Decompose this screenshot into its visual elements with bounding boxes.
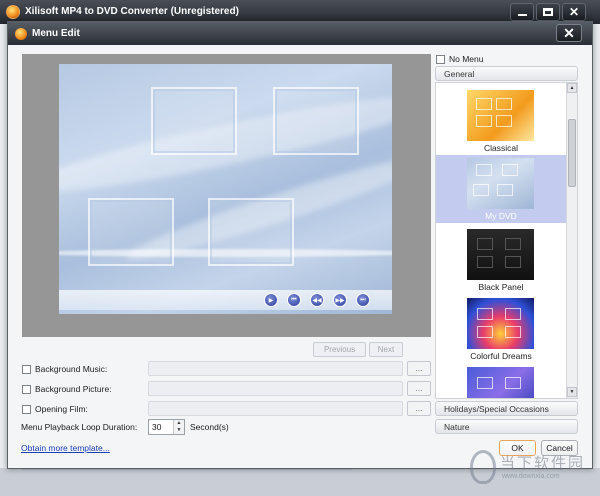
loop-duration-spinner[interactable]: 30 ▲ ▼ (148, 419, 185, 435)
template-item-colorful-dreams[interactable]: Colorful Dreams (436, 295, 566, 363)
no-menu-row: No Menu (436, 54, 484, 64)
template-cell (476, 98, 492, 110)
next-button[interactable]: Next (369, 342, 403, 357)
template-cell (496, 115, 512, 127)
no-menu-checkbox[interactable] (436, 54, 445, 64)
template-thumbnail (467, 298, 534, 349)
close-icon: ✕ (568, 5, 580, 19)
dialog-title: Menu Edit (32, 28, 80, 39)
template-thumbnail (467, 367, 534, 398)
template-cell (496, 98, 512, 110)
spinner-up-icon[interactable]: ▲ (174, 420, 184, 427)
spinner-arrows[interactable]: ▲ ▼ (173, 420, 184, 434)
template-list: Classical My DVD Black Panel Colorful Dr… (435, 82, 578, 399)
watermark-url: www.downxia.com (502, 473, 560, 480)
opening-film-path-field[interactable] (148, 401, 403, 416)
menu-edit-dialog: Menu Edit ✕ ▶ ⏮ ◀◀ ▶▶ ⏭ Previous Next Ba… (7, 21, 593, 469)
background-music-path-field[interactable] (148, 361, 403, 376)
chapter-thumbnail[interactable] (88, 198, 174, 266)
category-nature[interactable]: Nature (435, 419, 578, 434)
app-logo-icon (6, 5, 20, 19)
scroll-up-icon[interactable]: ▲ (567, 83, 577, 93)
last-icon[interactable]: ⏭ (356, 293, 370, 307)
maximize-icon (543, 8, 553, 16)
loop-duration-unit: Second(s) (190, 422, 229, 432)
close-icon: ✕ (563, 24, 575, 41)
opening-film-row: Opening Film: (22, 401, 88, 417)
scroll-down-icon[interactable]: ▼ (567, 387, 577, 397)
template-cell (477, 256, 493, 268)
template-cell (502, 164, 518, 176)
opening-film-browse-button[interactable]: ... (407, 401, 431, 416)
template-cell (473, 184, 489, 196)
obtain-more-template-link[interactable]: Obtain more template... (21, 443, 110, 453)
background-picture-path-field[interactable] (148, 381, 403, 396)
watermark-logo-icon (470, 450, 496, 484)
chapter-thumbnail[interactable] (151, 87, 237, 155)
chapter-thumbnail[interactable] (273, 87, 359, 155)
close-window-button[interactable]: ✕ (562, 3, 586, 21)
background-music-row: Background Music: (22, 361, 107, 377)
template-list-scrollbar[interactable]: ▲ ▼ (566, 83, 577, 398)
template-thumbnail (467, 229, 534, 280)
next-icon[interactable]: ▶▶ (333, 293, 347, 307)
template-thumbnail (467, 90, 534, 141)
template-cell (505, 326, 521, 338)
template-item-classical[interactable]: Classical (436, 87, 566, 155)
template-cell (477, 377, 493, 389)
background-picture-checkbox[interactable] (22, 384, 31, 394)
template-item-my-dvd[interactable]: My DVD (436, 155, 566, 223)
background-picture-label: Background Picture: (35, 384, 112, 394)
template-cell (505, 377, 521, 389)
no-menu-label: No Menu (449, 54, 484, 64)
prev-icon[interactable]: ◀◀ (310, 293, 324, 307)
background-music-checkbox[interactable] (22, 364, 31, 374)
background-music-label: Background Music: (35, 364, 108, 374)
maximize-button[interactable] (536, 3, 560, 21)
template-cell (505, 308, 521, 320)
opening-film-checkbox[interactable] (22, 404, 31, 414)
template-item-black-panel[interactable]: Black Panel (436, 226, 566, 294)
template-cell (476, 115, 492, 127)
template-cell (477, 308, 493, 320)
minimize-button[interactable] (510, 3, 534, 21)
template-item-partial[interactable] (436, 364, 566, 398)
minimize-icon (517, 13, 527, 16)
opening-film-label: Opening Film: (35, 404, 88, 414)
template-label: Classical (483, 143, 518, 153)
chapter-thumbnail[interactable] (208, 198, 294, 266)
template-thumbnail (467, 158, 534, 209)
dialog-titlebar: Menu Edit ✕ (8, 22, 592, 45)
scrollbar-thumb[interactable] (568, 119, 576, 187)
template-cell (505, 238, 521, 250)
play-icon[interactable]: ▶ (264, 293, 278, 307)
category-general[interactable]: General (435, 66, 578, 81)
menu-preview-frame: ▶ ⏮ ◀◀ ▶▶ ⏭ (22, 54, 431, 337)
category-holidays[interactable]: Holidays/Special Occasions (435, 401, 578, 416)
main-window-title: Xilisoft MP4 to DVD Converter (Unregiste… (25, 6, 239, 17)
loop-duration-value[interactable]: 30 (152, 422, 161, 432)
template-label: Colorful Dreams (470, 351, 532, 361)
loop-duration-label: Menu Playback Loop Duration: (21, 422, 138, 432)
dialog-logo-icon (15, 28, 27, 40)
template-cell (476, 164, 492, 176)
background-picture-browse-button[interactable]: ... (407, 381, 431, 396)
template-cell (497, 184, 513, 196)
menu-preview-canvas: ▶ ⏮ ◀◀ ▶▶ ⏭ (59, 64, 392, 314)
background-picture-row: Background Picture: (22, 381, 112, 397)
previous-button[interactable]: Previous (313, 342, 366, 357)
spinner-down-icon[interactable]: ▼ (174, 427, 184, 434)
watermark-text: 当下软件园 (500, 455, 586, 472)
template-label: My DVD (485, 211, 517, 221)
dialog-close-button[interactable]: ✕ (556, 24, 582, 42)
first-icon[interactable]: ⏮ (287, 293, 301, 307)
template-cell (477, 238, 493, 250)
template-label: Black Panel (478, 282, 524, 292)
menu-nav-bar: ▶ ⏮ ◀◀ ▶▶ ⏭ (59, 290, 392, 310)
background-music-browse-button[interactable]: ... (407, 361, 431, 376)
watermark: 当下软件园 www.downxia.com (470, 446, 595, 494)
template-cell (505, 256, 521, 268)
template-cell (477, 326, 493, 338)
